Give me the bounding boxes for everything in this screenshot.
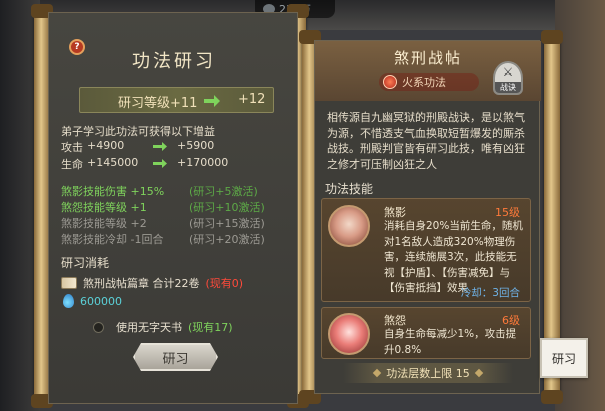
use-blank-book-label: 使用无字天书 (116, 321, 182, 334)
bonus-text: 煞怨技能等级 +1 (61, 201, 147, 214)
diamond-ornament-icon (474, 368, 483, 378)
technique-detail-panel: 煞刑战帖 火系功法 ⚔ 战诀 相传源自九幽冥狱的刑殿战诀，是以煞气为源，不惜透支… (314, 40, 541, 394)
cost-book-row: 煞刑战帖篇章 合计22卷 (现有0) (61, 275, 243, 291)
cost-book-label: 煞刑战帖篇章 合计22卷 (83, 277, 200, 290)
stat-hp-name: 生命 (61, 158, 83, 171)
stat-hp-from: +145000 (87, 156, 139, 169)
technique-header: 煞刑战帖 火系功法 ⚔ 战诀 (315, 41, 541, 101)
stat-attack-from: +4900 (87, 139, 125, 152)
research-level-bar: 研习等级+11 +12 (79, 87, 274, 113)
battle-art-label: 战诀 (495, 82, 521, 93)
element-label: 火系功法 (402, 76, 446, 89)
gain-intro: 弟子学习此功法可获得以下增益 (61, 125, 215, 138)
layer-limit-bar: 功法层数上限 15 (343, 363, 513, 383)
bonus-text: 煞影技能等级 +2 (61, 217, 147, 230)
bonus-condition: (研习+5激活) (189, 185, 258, 198)
fire-icon (383, 75, 397, 89)
skill-card[interactable]: 煞影 15级 消耗自身20%当前生命，随机对1名敌人造成320%物理伤害，连续施… (321, 198, 531, 302)
book-icon (61, 277, 77, 289)
skill-resentment-icon (328, 313, 370, 355)
arrow-right-icon (153, 142, 167, 151)
bonus-text: 煞影技能冷却 -1回合 (61, 233, 164, 246)
element-badge: 火系功法 (379, 73, 479, 91)
layer-limit-text: 功法层数上限 15 (386, 367, 470, 380)
cost-water-row: 600000 (63, 294, 122, 308)
level-next: +12 (238, 92, 266, 107)
skills-title: 功法技能 (325, 182, 374, 196)
use-blank-book-have: (现有17) (188, 321, 233, 334)
arrow-right-icon (153, 159, 167, 168)
research-button[interactable]: 研习 (133, 343, 218, 371)
technique-description: 相传源自九幽冥狱的刑殿战诀，是以煞气为源，不惜透支气血换取短暂爆发的厮杀战技。刑… (327, 111, 525, 171)
crossed-axes-icon: ⚔ (502, 65, 514, 79)
level-current: 研习等级+11 (118, 96, 198, 111)
skill-name: 煞影 (384, 206, 406, 219)
diamond-ornament-icon (373, 368, 382, 378)
water-drop-icon (63, 294, 74, 308)
stat-attack-name: 攻击 (61, 141, 83, 154)
battle-art-badge: ⚔ 战诀 (493, 61, 523, 95)
skill-card[interactable]: 煞怨 6级 自身生命每减少1%，攻击提升0.8% (321, 307, 531, 359)
bonus-condition: (研习+20激活) (189, 233, 265, 246)
skill-description: 自身生命每减少1%，攻击提升0.8% (384, 328, 517, 356)
panel-title: 功法研习 (132, 51, 216, 72)
stat-attack-to: +5900 (177, 139, 215, 152)
skill-shadow-icon (328, 205, 370, 247)
cost-book-have: (现有0) (205, 277, 244, 290)
bonus-condition: (研习+15激活) (189, 217, 265, 230)
side-research-button[interactable]: 研习 (540, 338, 588, 378)
cost-water-amount: 600000 (80, 294, 122, 308)
use-blank-book-option[interactable]: 使用无字天书 (现有17) (93, 319, 233, 335)
stat-hp-to: +170000 (177, 156, 229, 169)
skill-level: 15级 (495, 206, 520, 219)
bonus-condition: (研习+10激活) (189, 201, 265, 214)
skill-level: 6级 (502, 314, 520, 327)
bonus-text: 煞影技能伤害 +15% (61, 185, 165, 198)
cost-title: 研习消耗 (61, 256, 110, 270)
skill-name: 煞怨 (384, 314, 406, 327)
arrow-right-icon (204, 95, 220, 107)
use-blank-book-checkbox[interactable] (93, 321, 104, 333)
skill-cooldown: 冷却：3回合 (460, 287, 520, 299)
